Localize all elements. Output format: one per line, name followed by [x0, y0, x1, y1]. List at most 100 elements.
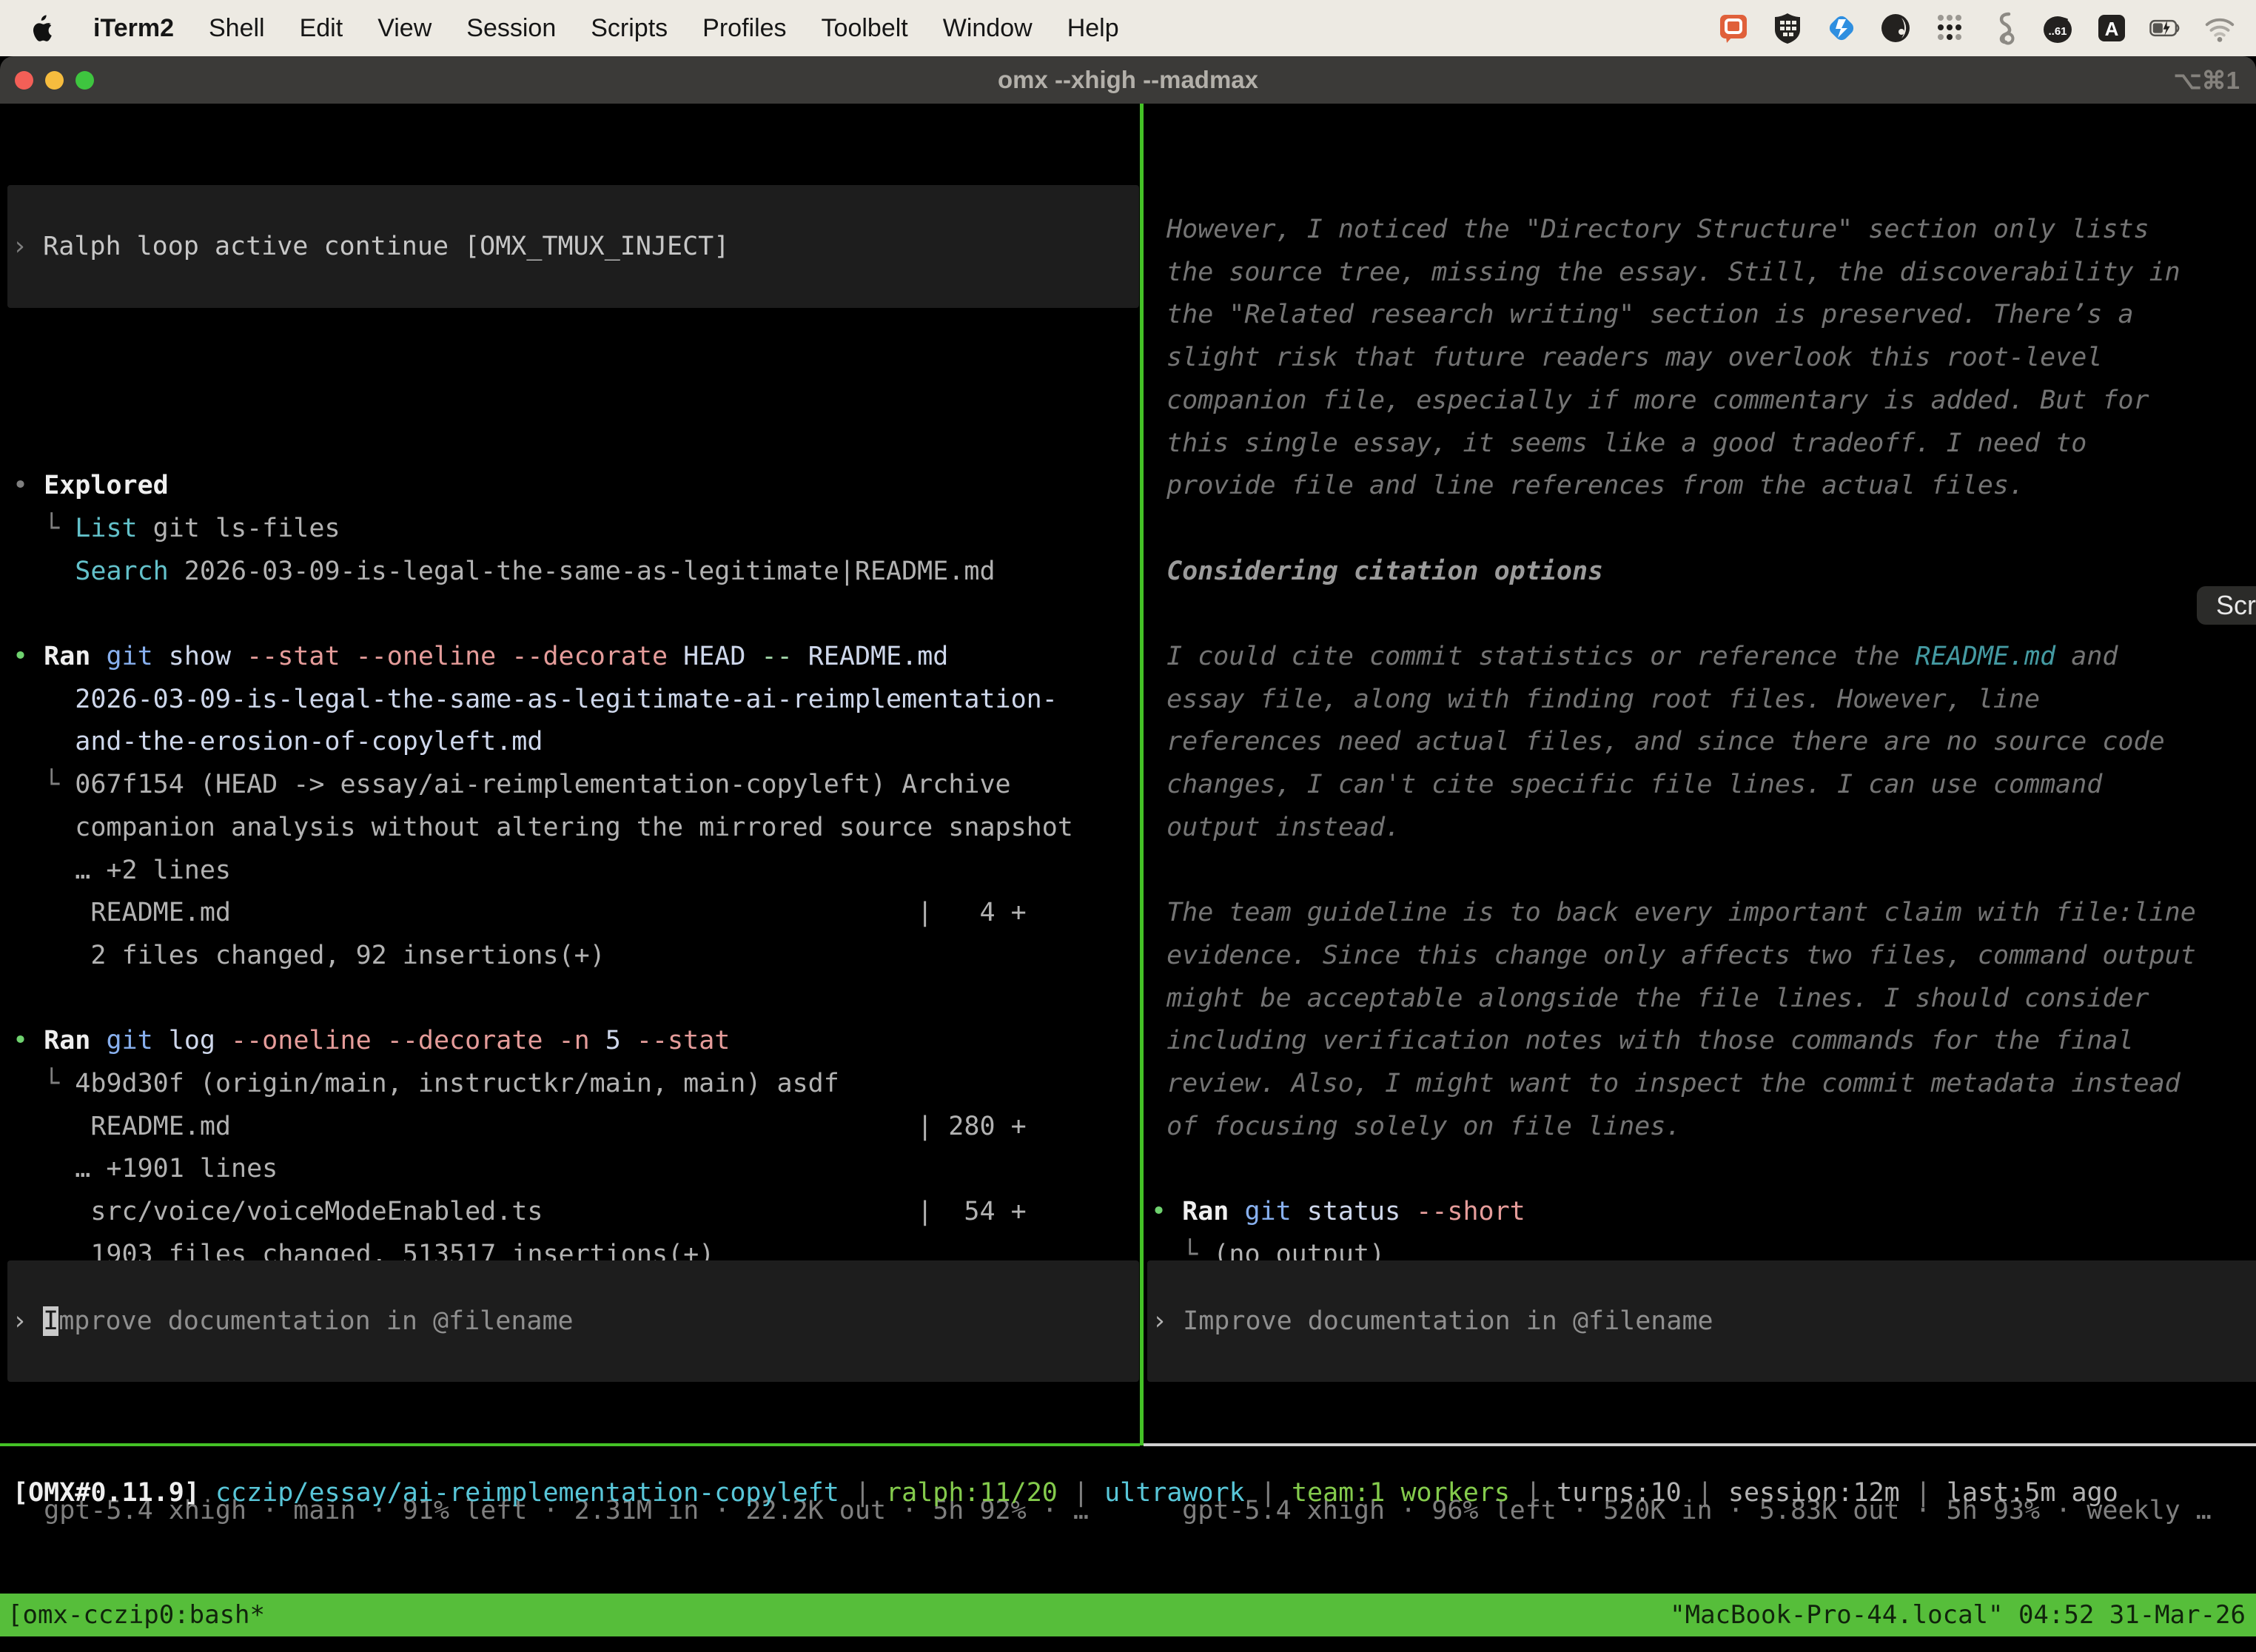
window-title: omx --xhigh --madmax	[0, 66, 2256, 94]
keyboard-layout-icon[interactable]: A	[2095, 11, 2129, 45]
right-pane-border	[1144, 1443, 2256, 1446]
text-segment: [OMX#0.11.9]	[13, 1478, 200, 1508]
text-segment: essay file, along with finding root file…	[1151, 685, 2040, 714]
terminal-line: 2026-03-09-is-legal-the-same-as-legitima…	[13, 678, 1058, 721]
terminal-line: might be acceptable alongside the file l…	[1151, 977, 2149, 1020]
terminal-line: companion file, especially if more comme…	[1151, 379, 2149, 422]
apple-menu-icon[interactable]	[30, 13, 55, 43]
text-segment: provide file and line references from th…	[1151, 471, 2024, 500]
text-segment: companion file, especially if more comme…	[1151, 386, 2149, 415]
terminal-line: • Ran git status --short	[1151, 1190, 1525, 1233]
text-segment: git	[1229, 1197, 1291, 1226]
text-segment: src/voice/voiceModeEnabled.ts | 54 +	[13, 1197, 1027, 1226]
screen: iTerm2 Shell Edit View Session Scripts Profile…	[0, 0, 2256, 1652]
text-segment: README.md | 280 +	[13, 1112, 1027, 1141]
text-segment: --	[762, 642, 793, 671]
text-segment: ›	[1152, 1306, 1183, 1336]
terminal-line: companion analysis without altering the …	[13, 806, 1073, 849]
wifi-icon[interactable]	[2203, 11, 2237, 45]
menu-item-session[interactable]: Session	[466, 14, 556, 43]
terminal-line: slight risk that future readers may over…	[1151, 336, 2102, 379]
text-segment: |	[1682, 1478, 1728, 1508]
terminal-line: … +2 lines	[13, 849, 231, 892]
text-segment: |	[1245, 1478, 1292, 1508]
text-segment: 2 files changed, 92 insertions(+)	[13, 941, 605, 970]
terminal-line: the source tree, missing the essay. Stil…	[1151, 251, 2181, 294]
terminal-line: However, I noticed the "Directory Struct…	[1151, 208, 2149, 251]
text-segment: and	[2055, 642, 2118, 671]
text-segment: this single essay, it seems like a good …	[1151, 429, 2087, 458]
dots-grid-icon[interactable]	[1933, 11, 1967, 45]
left-prompt-box[interactable]: › Ralph loop active continue [OMX_TMUX_I…	[7, 185, 1139, 308]
text-segment: Ran	[44, 1026, 90, 1055]
text-segment: … +2 lines	[13, 856, 231, 885]
right-input-box[interactable]: › Improve documentation in @filename	[1147, 1260, 2256, 1382]
menu-item-edit[interactable]: Edit	[300, 14, 343, 43]
text-segment: turns:10	[1557, 1478, 1682, 1508]
text-segment: |	[1510, 1478, 1557, 1508]
text-segment: of focusing solely on file lines.	[1151, 1112, 1681, 1141]
menu-status-icons: ..61 A	[1716, 11, 2237, 45]
menu-item-iterm2[interactable]: iTerm2	[93, 14, 174, 43]
terminal-line: └ 4b9d30f (origin/main, instructkr/main,…	[13, 1062, 839, 1105]
shield-grid-icon[interactable]	[1770, 11, 1805, 45]
text-segment: --stat --oneline --decorate	[246, 642, 668, 671]
pane-divider[interactable]	[1140, 104, 1144, 1446]
left-input-box[interactable]: › Improve documentation in @filename	[7, 1260, 1139, 1382]
svg-text:..61: ..61	[2048, 25, 2067, 38]
menu-item-profiles[interactable]: Profiles	[702, 14, 786, 43]
title-bar[interactable]: omx --xhigh --madmax ⌥⌘1	[0, 56, 2256, 104]
text-segment: might be acceptable alongside the file l…	[1151, 984, 2149, 1013]
terminal-line: 2 files changed, 92 insertions(+)	[13, 934, 605, 977]
text-segment: └	[13, 770, 75, 799]
text-segment: |	[1058, 1478, 1104, 1508]
battery-percent-icon[interactable]: ..61	[2041, 11, 2075, 45]
text-segment: git	[90, 1026, 152, 1055]
text-segment: --oneline --decorate -n	[231, 1026, 590, 1055]
text-segment: the source tree, missing the essay. Stil…	[1151, 258, 2181, 287]
chat-app-icon[interactable]	[1716, 11, 1750, 45]
text-segment: └	[13, 1069, 75, 1098]
squiggle-icon[interactable]	[1987, 11, 2021, 45]
terminal-line: changes, I can't cite specific file line…	[1151, 763, 2102, 806]
battery-icon[interactable]	[2149, 11, 2183, 45]
terminal-line: Considering citation options	[1151, 550, 1603, 593]
terminal-line: README.md | 280 +	[13, 1105, 1027, 1148]
screen-notification-tooltip[interactable]: Scre	[2197, 586, 2256, 625]
text-segment: ›	[12, 232, 43, 261]
text-segment: Ran	[1182, 1197, 1229, 1226]
menu-bar: iTerm2 Shell Edit View Session Scripts Profile…	[0, 0, 2256, 56]
text-segment: companion analysis without altering the …	[13, 813, 1073, 842]
screen-notification-label: Scre	[2216, 590, 2256, 621]
text-segment: ralph:11/20	[886, 1478, 1058, 1508]
text-segment: List	[75, 514, 137, 543]
text-segment: The team guideline is to back every impo…	[1151, 898, 2196, 927]
terminal-line: … +1901 lines	[13, 1147, 278, 1190]
text-segment: Improve documentation in @filename	[1183, 1306, 1713, 1336]
menu-item-help[interactable]: Help	[1067, 14, 1119, 43]
text-segment: Explored	[44, 471, 169, 500]
text-segment: •	[13, 1026, 44, 1055]
text-segment: git ls-files	[138, 514, 340, 543]
terminal-line: • Explored	[13, 464, 169, 507]
menu-item-view[interactable]: View	[377, 14, 432, 43]
text-segment: cczip/essay/ai-reimplementation-copyleft	[200, 1478, 839, 1508]
tmux-host-clock: "MacBook-Pro-44.local" 04:52 31-Mar-26	[1670, 1594, 2256, 1636]
text-segment: references need actual files, and since …	[1151, 727, 2165, 756]
text-segment: --stat	[637, 1026, 730, 1055]
text-segment: README.md	[1916, 642, 2056, 671]
terminal-line: provide file and line references from th…	[1151, 464, 2024, 507]
terminal-line: README.md | 4 +	[13, 891, 1027, 934]
terminal-line: └ 067f154 (HEAD -> essay/ai-reimplementa…	[13, 763, 1011, 806]
menu-item-shell[interactable]: Shell	[209, 14, 265, 43]
text-segment: ultrawork	[1104, 1478, 1245, 1508]
dark-circle-icon[interactable]	[1879, 11, 1913, 45]
menu-item-scripts[interactable]: Scripts	[591, 14, 668, 43]
text-segment: Ran	[44, 642, 90, 671]
blue-sync-icon[interactable]	[1824, 11, 1859, 45]
menu-item-toolbelt[interactable]: Toolbelt	[822, 14, 908, 43]
text-segment: However, I noticed the "Directory Struct…	[1151, 215, 2149, 244]
text-segment: last:5m ago	[1947, 1478, 2118, 1508]
text-segment: 2026-03-09-is-legal-the-same-as-legitima…	[13, 685, 1058, 714]
menu-item-window[interactable]: Window	[943, 14, 1033, 43]
